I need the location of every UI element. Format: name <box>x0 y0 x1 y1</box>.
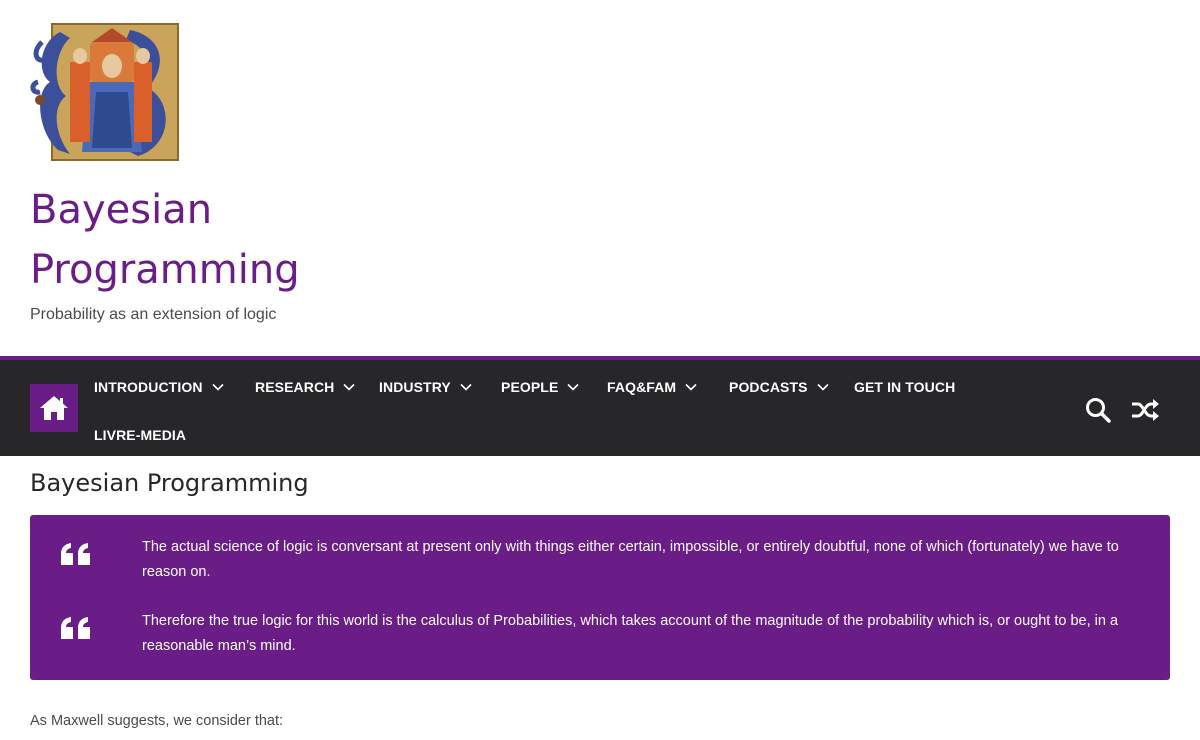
intro-paragraph: As Maxwell suggests, we consider that: <box>30 713 284 729</box>
nav-item-podcasts[interactable]: PODCASTS <box>729 379 830 395</box>
chevron-down-icon <box>211 383 224 391</box>
nav-item-label: GET IN TOUCH <box>854 379 956 395</box>
page-title: Bayesian Programming <box>30 469 309 497</box>
nav-item-faq-fam[interactable]: FAQ&FAM <box>607 379 698 395</box>
home-icon <box>40 396 68 420</box>
quote-text: The actual science of logic is conversan… <box>142 539 1119 580</box>
home-button[interactable] <box>30 384 78 432</box>
nav-item-introduction[interactable]: INTRODUCTION <box>94 379 225 395</box>
nav-item-label: INTRODUCTION <box>94 379 203 395</box>
search-button[interactable] <box>1084 396 1112 424</box>
quote-icon <box>61 617 90 639</box>
site-title[interactable]: Bayesian Programming <box>30 180 430 300</box>
quote-icon <box>61 543 90 565</box>
nav-item-label: FAQ&FAM <box>607 379 677 395</box>
quote-text: Therefore the true logic for this world … <box>142 613 1119 654</box>
chevron-down-icon <box>685 383 697 391</box>
shuffle-icon <box>1132 399 1159 421</box>
nav-item-industry[interactable]: INDUSTRY <box>379 379 473 395</box>
chevron-down-icon <box>460 383 472 391</box>
nav-item-label: INDUSTRY <box>379 379 451 395</box>
main-navigation: INTRODUCTION RESEARCH INDUSTRY PEOPLE FA… <box>0 356 1200 456</box>
nav-item-label: PODCASTS <box>729 379 808 395</box>
nav-item-label: PEOPLE <box>501 379 559 395</box>
quote-block: The actual science of logic is conversan… <box>30 515 1170 680</box>
chevron-down-icon <box>817 383 829 391</box>
chevron-down-icon <box>567 383 579 391</box>
search-icon <box>1086 398 1111 423</box>
chevron-down-icon <box>343 383 355 391</box>
site-tagline: Probability as an extension of logic <box>30 306 277 323</box>
nav-item-label: RESEARCH <box>255 379 335 395</box>
nav-item-livre-media[interactable]: LIVRE-MEDIA <box>94 427 186 443</box>
site-logo[interactable] <box>30 22 180 162</box>
random-post-button[interactable] <box>1130 396 1160 424</box>
nav-item-research[interactable]: RESEARCH <box>255 379 356 395</box>
nav-item-label: LIVRE-MEDIA <box>94 427 187 443</box>
nav-item-get-in-touch[interactable]: GET IN TOUCH <box>854 379 955 395</box>
nav-item-people[interactable]: PEOPLE <box>501 379 580 395</box>
